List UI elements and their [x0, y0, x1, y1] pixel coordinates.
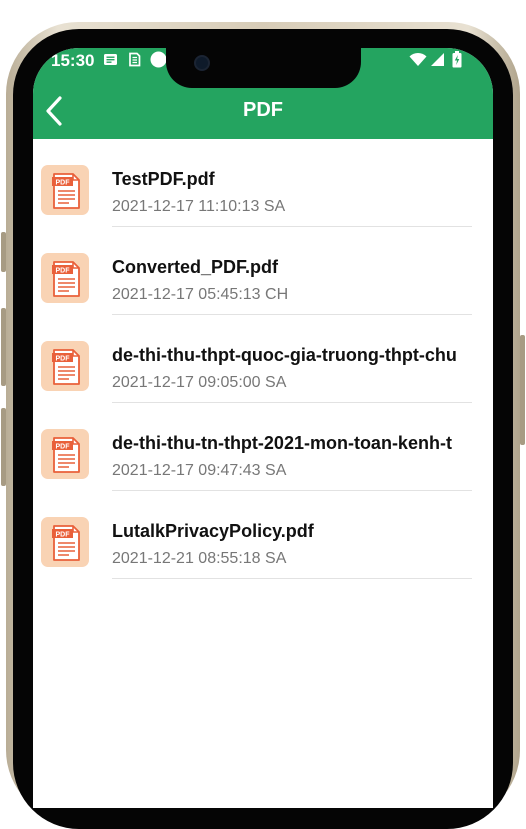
app-screen: 15:30 PDF PDF TestPDF.pdf 2021-12-17 11:… — [33, 48, 493, 808]
pdf-icon-label: PDF — [56, 355, 71, 362]
file-date: 2021-12-17 05:45:13 CH — [112, 286, 289, 303]
file-name: de-thi-thu-thpt-quoc-gia-truong-thpt-chu — [112, 345, 457, 365]
pdf-file-icon: PDF — [41, 253, 89, 303]
pdf-icon-label: PDF — [56, 179, 71, 186]
pdf-icon-label: PDF — [56, 443, 71, 450]
volume-up-button — [1, 308, 6, 386]
file-date: 2021-12-17 11:10:13 SA — [112, 198, 286, 215]
notification-icon — [104, 54, 117, 65]
file-row[interactable]: PDF de-thi-thu-thpt-quoc-gia-truong-thpt… — [33, 339, 493, 427]
file-name: Converted_PDF.pdf — [112, 257, 279, 277]
pdf-icon-label: PDF — [56, 267, 71, 274]
pdf-file-icon: PDF — [41, 165, 89, 215]
page-title: PDF — [243, 99, 283, 121]
signal-icon — [431, 53, 444, 66]
wifi-icon — [409, 52, 427, 66]
status-time: 15:30 — [51, 51, 95, 70]
front-camera — [194, 55, 210, 71]
file-row[interactable]: PDF Converted_PDF.pdf 2021-12-17 05:45:1… — [33, 251, 493, 339]
pdf-icon-label: PDF — [56, 531, 71, 538]
pdf-file-icon: PDF — [41, 517, 89, 567]
app-bar: PDF — [33, 90, 493, 139]
file-list: PDF TestPDF.pdf 2021-12-17 11:10:13 SA P… — [33, 139, 493, 603]
file-name: TestPDF.pdf — [112, 169, 215, 189]
mute-switch — [1, 232, 6, 272]
phone-frame: 15:30 PDF PDF TestPDF.pdf 2021-12-17 11:… — [0, 0, 526, 829]
volume-down-button — [1, 408, 6, 486]
file-row[interactable]: PDF LutalkPrivacyPolicy.pdf 2021-12-21 0… — [33, 515, 493, 603]
pdf-file-icon: PDF — [41, 341, 89, 391]
sim-icon — [129, 52, 141, 67]
file-row[interactable]: PDF TestPDF.pdf 2021-12-17 11:10:13 SA — [33, 163, 493, 251]
file-row[interactable]: PDF de-thi-thu-tn-thpt-2021-mon-toan-ken… — [33, 427, 493, 515]
row-divider — [112, 402, 472, 403]
row-divider — [112, 226, 472, 227]
camera-notch — [166, 48, 361, 88]
row-divider — [112, 578, 472, 579]
status-bar: 15:30 — [33, 48, 493, 90]
file-date: 2021-12-17 09:47:43 SA — [112, 462, 287, 479]
file-date: 2021-12-17 09:05:00 SA — [112, 374, 287, 391]
row-divider — [112, 314, 472, 315]
file-date: 2021-12-21 08:55:18 SA — [112, 550, 287, 567]
pdf-file-icon: PDF — [41, 429, 89, 479]
power-button — [520, 335, 525, 445]
row-divider — [112, 490, 472, 491]
circle-icon — [150, 51, 167, 68]
file-name: de-thi-thu-tn-thpt-2021-mon-toan-kenh-t — [112, 433, 452, 453]
battery-icon — [452, 51, 462, 68]
file-name: LutalkPrivacyPolicy.pdf — [112, 521, 314, 541]
